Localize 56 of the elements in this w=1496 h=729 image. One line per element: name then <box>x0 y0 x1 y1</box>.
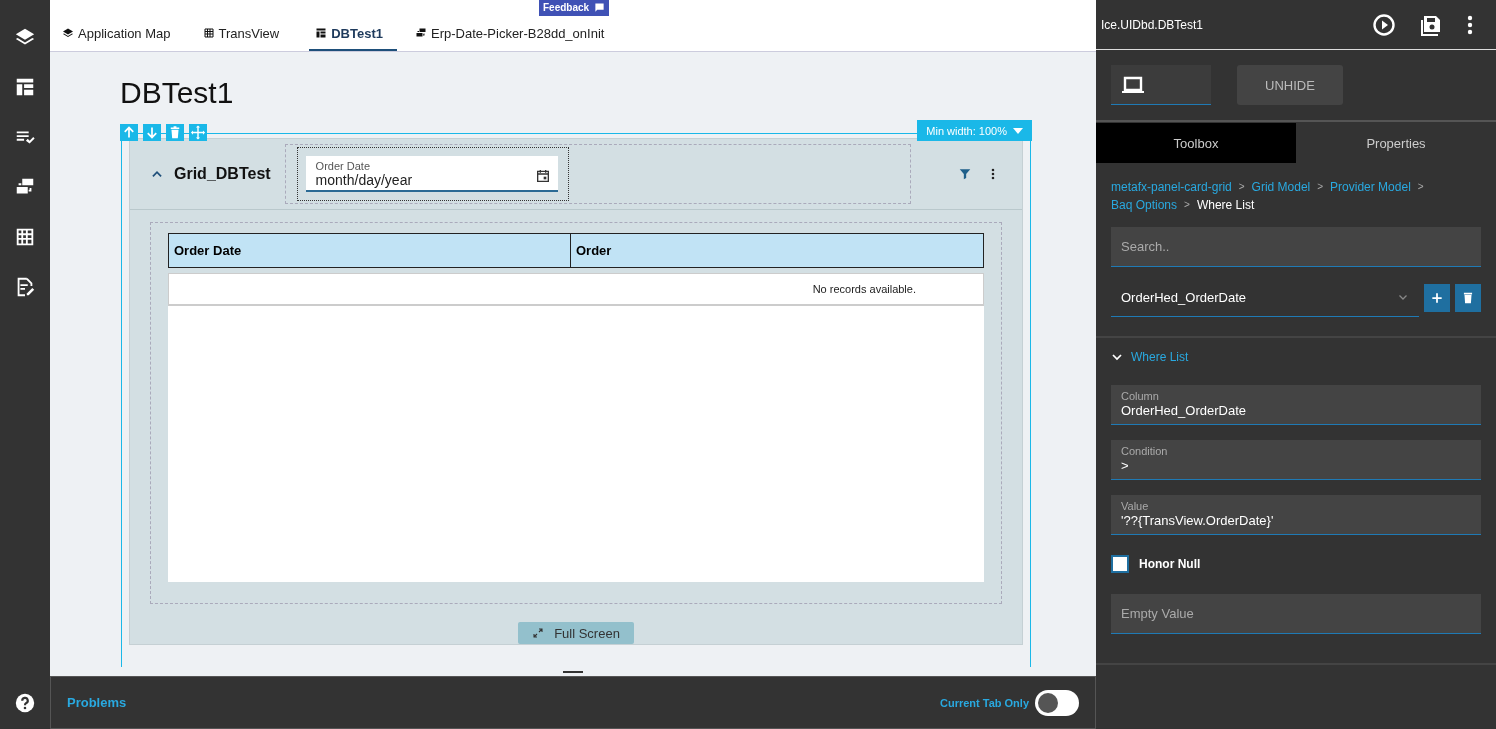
toggle-label: Current Tab Only <box>939 696 1029 709</box>
checkbox[interactable] <box>1111 555 1129 573</box>
full-screen-button[interactable]: Full Screen <box>518 622 634 644</box>
unhide-button[interactable]: UNHIDE <box>1237 65 1343 105</box>
chevron-down-icon[interactable] <box>1111 351 1123 363</box>
panel-title: Grid_DBTest <box>174 165 271 183</box>
breadcrumb-link[interactable]: Provider Model <box>1330 178 1411 196</box>
column-select[interactable]: OrderHed_OrderDate <box>1111 278 1419 317</box>
breadcrumb-current: Where List <box>1196 197 1255 214</box>
tab[interactable]: TransView <box>200 17 294 51</box>
device-selector[interactable] <box>1111 65 1211 105</box>
layout-icon[interactable] <box>14 76 36 98</box>
date-field[interactable]: Order Date month/day/year <box>305 156 558 192</box>
caret-icon <box>1013 127 1023 134</box>
checkbox-label: Honor Null <box>1139 557 1201 571</box>
breadcrumb-separator: > <box>1417 180 1424 194</box>
text-field[interactable]: Column OrderHed_OrderDate <box>1111 385 1481 425</box>
breadcrumb-link[interactable]: Baq Options <box>1111 196 1178 214</box>
empty-message: No records available. <box>168 274 984 307</box>
layers-icon <box>62 27 74 39</box>
play-icon[interactable] <box>1372 12 1396 37</box>
trash-icon <box>1461 290 1475 305</box>
add-button[interactable] <box>1424 283 1450 312</box>
feedback-button[interactable]: Feedback <box>539 0 610 16</box>
empty-value-field[interactable]: Empty Value <box>1111 594 1481 634</box>
text-field[interactable]: Value '??{TransView.OrderDate}' <box>1111 495 1481 535</box>
filter-icon[interactable] <box>958 167 972 181</box>
table-icon[interactable] <box>14 226 36 248</box>
plus-icon <box>1430 290 1444 305</box>
page-title: DBTest1 <box>120 76 235 110</box>
tab[interactable]: Application Map <box>60 17 185 51</box>
expand-icon <box>532 627 545 639</box>
breadcrumb-separator: > <box>1238 180 1245 194</box>
breadcrumb-link[interactable]: Grid Model <box>1251 178 1311 196</box>
tab[interactable]: Properties <box>1296 123 1496 163</box>
breadcrumb-link[interactable]: metafx-panel-card-grid <box>1111 178 1232 196</box>
tab[interactable]: Erp-Date-Picker-B28dd_onInit <box>413 17 619 51</box>
search-field[interactable]: Search.. <box>1111 227 1481 267</box>
calendar-icon[interactable] <box>534 168 551 184</box>
tab[interactable]: Toolbox <box>1096 123 1296 163</box>
layout-icon <box>315 27 328 39</box>
tab[interactable]: DBTest1 <box>309 17 397 51</box>
delete-button[interactable] <box>1455 283 1481 312</box>
document-title: Ice.UIDbd.DBTest1 <box>1101 17 1205 32</box>
section-title[interactable]: Where List <box>1131 350 1189 364</box>
help-icon[interactable] <box>14 692 36 714</box>
comment-icon <box>594 2 606 13</box>
column-header[interactable]: Order Date <box>169 234 570 268</box>
text-field[interactable]: Condition > <box>1111 440 1481 480</box>
breadcrumb-separator: > <box>1317 180 1324 194</box>
flow-icon <box>415 27 427 39</box>
table-icon <box>202 27 215 39</box>
problems-title[interactable]: Problems <box>67 695 127 710</box>
column-header[interactable]: Order <box>570 234 983 268</box>
breadcrumb-separator: > <box>1184 198 1190 212</box>
toggle-switch[interactable] <box>1035 689 1079 716</box>
